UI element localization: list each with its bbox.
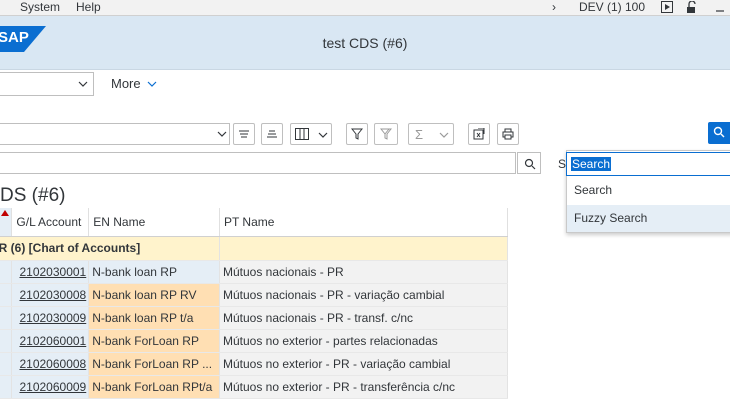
en-name-cell[interactable]: N-bank ForLoan RPt/a	[88, 375, 220, 399]
table-row[interactable]: 2102030008 N-bank loan RP RV Mútuos naci…	[0, 283, 509, 307]
row-selector-header[interactable]	[0, 208, 13, 237]
search-toggle-button[interactable]	[708, 122, 730, 144]
report-title: DS (#6)	[0, 185, 66, 206]
account-cell[interactable]: 2102030009	[11, 306, 90, 330]
row-selector[interactable]	[0, 306, 13, 330]
table-row[interactable]: 2102060001 N-bank ForLoan RP Mútuos no e…	[0, 329, 509, 353]
account-cell[interactable]: 2102030008	[11, 283, 90, 307]
row-selector[interactable]	[0, 352, 13, 376]
column-header-en-name[interactable]: EN Name	[88, 208, 220, 237]
account-cell[interactable]: 2102060009	[11, 375, 90, 399]
table-row[interactable]: 2102060008 N-bank ForLoan RP ... Mútuos …	[0, 352, 509, 376]
en-name-cell[interactable]: N-bank loan RP	[88, 260, 220, 284]
pt-name-cell[interactable]: Mútuos nacionais - PR	[219, 260, 509, 284]
pt-name-cell[interactable]: Mútuos no exterior - PR - variação cambi…	[219, 352, 509, 376]
layout-button[interactable]	[290, 123, 332, 145]
search-icon	[713, 126, 725, 138]
en-name-cell[interactable]: N-bank ForLoan RP	[88, 329, 220, 353]
chevron-down-icon	[318, 132, 328, 138]
sum-icon: Σ	[415, 127, 424, 142]
chevron-down-icon	[217, 131, 227, 137]
chevron-right-icon[interactable]: ›	[552, 0, 556, 15]
data-table: G/L Account EN Name PT Name BR (6) [Char…	[0, 208, 509, 399]
group-label-cell: BR (6) [Chart of Accounts]	[0, 236, 220, 261]
sort-descending-button[interactable]	[261, 123, 283, 145]
export-button[interactable]	[468, 123, 490, 145]
search-option-fuzzy[interactable]: Fuzzy Search	[567, 205, 730, 232]
filter-icon	[351, 128, 363, 140]
chevron-down-icon	[439, 132, 449, 138]
account-cell[interactable]: 2102030001	[11, 260, 90, 284]
menu-bar: System Help › DEV (1) 100	[0, 0, 730, 16]
menu-help[interactable]: Help	[76, 0, 101, 15]
group-row: BR (6) [Chart of Accounts]	[0, 236, 509, 261]
row-selector[interactable]	[0, 375, 13, 399]
print-icon	[502, 128, 514, 140]
menu-system[interactable]: System	[20, 0, 60, 15]
more-menu[interactable]: More	[111, 76, 157, 91]
system-info[interactable]: DEV (1) 100	[579, 0, 645, 15]
column-header-gl-account[interactable]: G/L Account	[11, 208, 90, 237]
sort-ascending-icon	[239, 130, 249, 138]
more-label: More	[111, 76, 141, 91]
sort-ascending-button[interactable]	[233, 123, 255, 145]
en-name-cell[interactable]: N-bank ForLoan RP ...	[88, 352, 220, 376]
filter-button[interactable]	[346, 123, 368, 145]
row-selector[interactable]	[0, 260, 13, 284]
column-header-pt-name[interactable]: PT Name	[219, 208, 509, 237]
table-row[interactable]: 2102030001 N-bank loan RP Mútuos naciona…	[0, 260, 509, 284]
remove-filter-button[interactable]	[374, 123, 398, 145]
row-selector[interactable]	[0, 283, 13, 307]
search-mode-value: Search	[571, 157, 612, 171]
table-search-input[interactable]	[0, 152, 516, 174]
play-icon[interactable]	[661, 1, 673, 13]
table-header-row: G/L Account EN Name PT Name	[0, 208, 509, 237]
chevron-down-icon	[78, 81, 88, 87]
search-option-search[interactable]: Search	[567, 177, 730, 204]
table-row[interactable]: 2102060009 N-bank ForLoan RPt/a Mútuos n…	[0, 375, 509, 399]
page-title: test CDS (#6)	[322, 35, 408, 51]
search-icon	[524, 158, 536, 170]
pt-name-cell[interactable]: Mútuos no exterior - PR - transferência …	[219, 375, 509, 399]
pt-name-cell[interactable]: Mútuos nacionais - PR - transf. c/nc	[219, 306, 509, 330]
variant-dropdown[interactable]	[0, 72, 94, 96]
minimize-icon[interactable]	[712, 1, 724, 13]
shell-header: SAP test CDS (#6)	[0, 16, 730, 70]
sort-descending-icon	[267, 130, 277, 138]
table-row[interactable]: 2102030009 N-bank loan RP t/a Mútuos nac…	[0, 306, 509, 330]
print-button[interactable]	[497, 123, 519, 145]
search-mode-field[interactable]: Search	[566, 152, 730, 176]
pt-name-cell[interactable]: Mútuos nacionais - PR - variação cambial	[219, 283, 509, 307]
group-label: BR (6) [Chart of Accounts]	[0, 241, 141, 255]
columns-icon	[295, 128, 309, 140]
table-search-button[interactable]	[517, 152, 541, 174]
chevron-down-icon	[147, 81, 157, 87]
sum-button[interactable]: Σ	[408, 123, 454, 145]
layout-dropdown[interactable]	[0, 123, 230, 145]
sort-indicator-icon	[1, 209, 9, 216]
pt-name-cell[interactable]: Mútuos no exterior - partes relacionadas	[219, 329, 509, 353]
account-cell[interactable]: 2102060001	[11, 329, 90, 353]
en-name-cell[interactable]: N-bank loan RP RV	[88, 283, 220, 307]
unlock-icon[interactable]	[686, 1, 698, 13]
row-selector[interactable]	[0, 329, 13, 353]
filter-off-icon	[380, 128, 392, 140]
group-filler	[219, 236, 509, 261]
en-name-cell[interactable]: N-bank loan RP t/a	[88, 306, 220, 330]
search-mode-label: S	[558, 157, 567, 171]
export-icon	[473, 128, 485, 140]
account-cell[interactable]: 2102060008	[11, 352, 90, 376]
